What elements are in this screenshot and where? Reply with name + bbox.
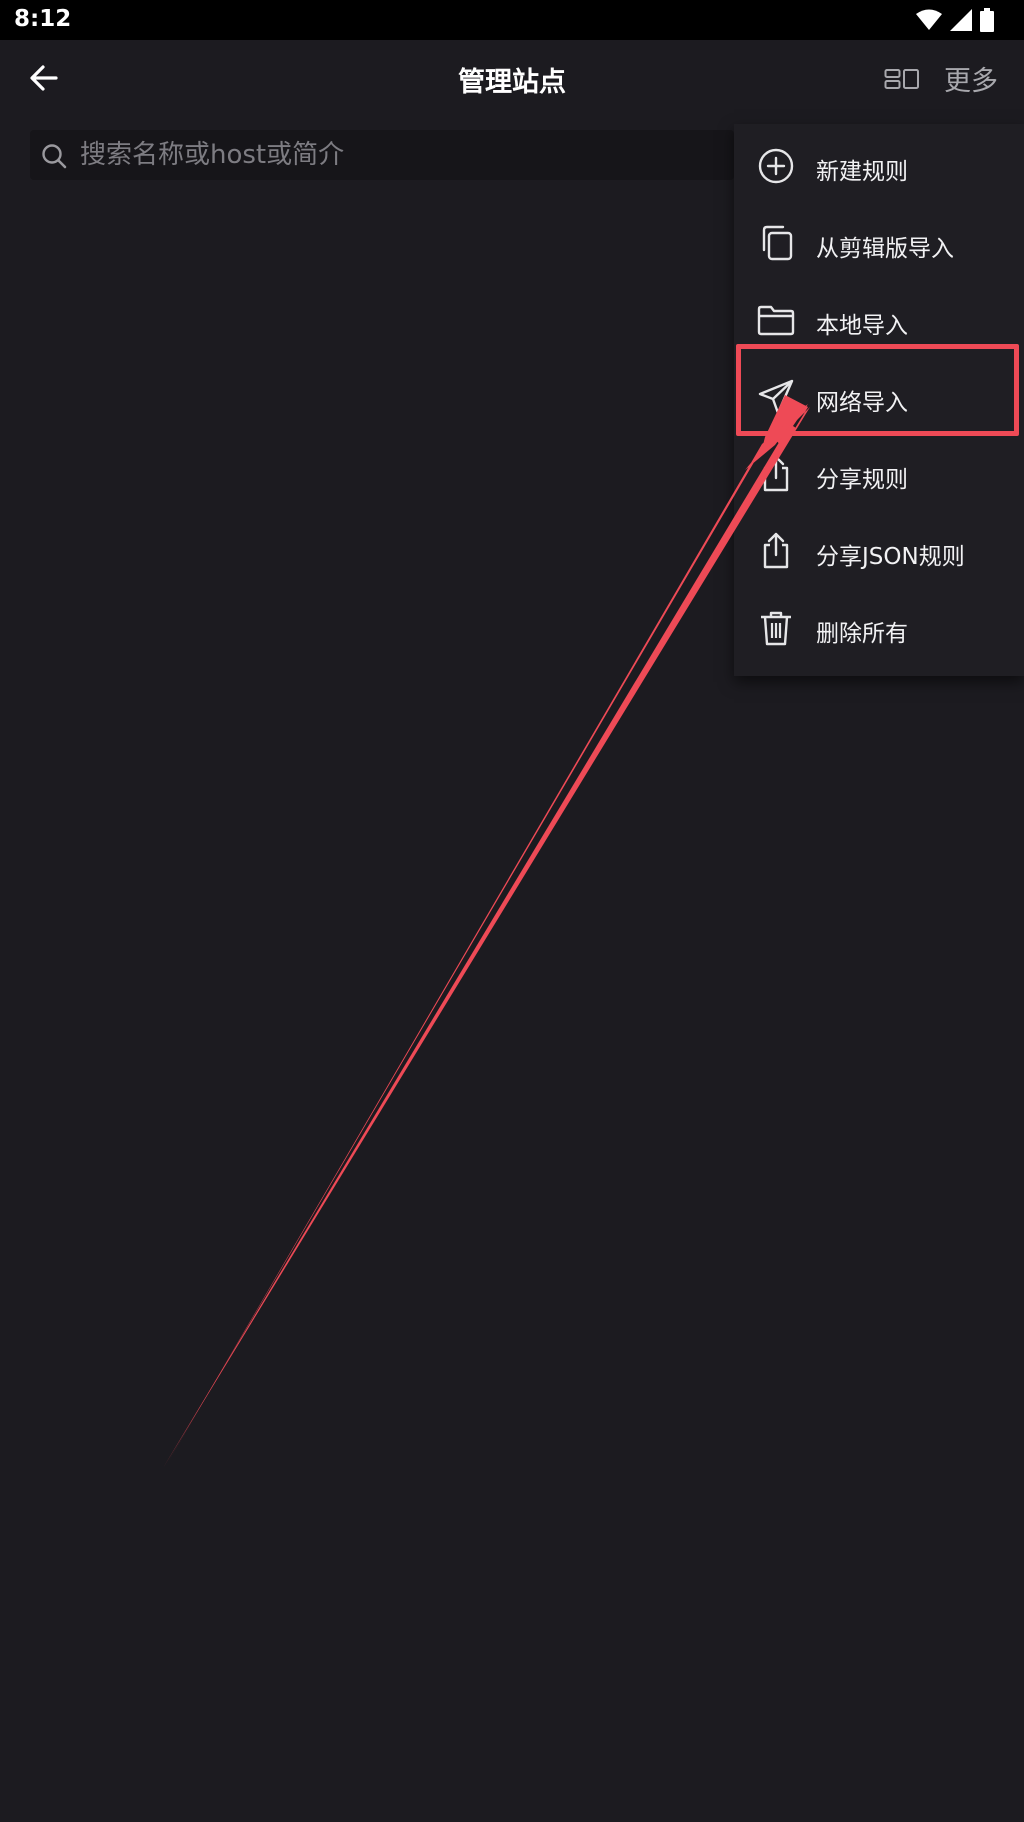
- menu-item-label: 网络导入: [816, 390, 908, 416]
- more-button[interactable]: 更多: [944, 59, 998, 98]
- layout-icon: [884, 69, 919, 89]
- layout-toggle-button[interactable]: [882, 60, 922, 98]
- folder-icon: [757, 305, 795, 336]
- cellular-signal-icon: [950, 9, 972, 31]
- status-icons: [916, 8, 994, 32]
- screen: 8:12 管理站点 更多 搜索名称或host或简介 新建规则 从剪辑版导入 本地…: [0, 0, 1024, 1822]
- menu-item-label: 从剪辑版导入: [816, 236, 954, 262]
- menu-item-share-json-rules[interactable]: 分享JSON规则: [734, 515, 1024, 587]
- menu-item-delete-all[interactable]: 删除所有: [734, 592, 1024, 664]
- menu-item-new-rule[interactable]: 新建规则: [734, 130, 1024, 202]
- status-time: 8:12: [14, 6, 72, 32]
- trash-icon: [761, 611, 791, 646]
- add-circle-icon: [758, 148, 794, 184]
- send-icon: [758, 379, 794, 415]
- menu-item-share-rules[interactable]: 分享规则: [734, 438, 1024, 510]
- app-bar: 管理站点 更多: [0, 40, 1024, 116]
- search-icon: [42, 144, 67, 169]
- menu-item-import-clipboard[interactable]: 从剪辑版导入: [734, 207, 1024, 279]
- menu-item-label: 新建规则: [816, 159, 908, 185]
- menu-item-label: 分享JSON规则: [816, 544, 965, 570]
- copy-icon: [762, 225, 793, 261]
- share-icon: [763, 455, 789, 492]
- battery-icon: [980, 8, 994, 32]
- menu-item-network-import[interactable]: 网络导入: [734, 361, 1024, 433]
- menu-item-label: 分享规则: [816, 467, 908, 493]
- wifi-icon: [916, 9, 942, 30]
- share-icon: [763, 532, 789, 569]
- search-box: [30, 130, 734, 180]
- page-title: 管理站点: [458, 67, 566, 98]
- status-bar: 8:12: [0, 0, 1024, 40]
- overflow-menu: 新建规则 从剪辑版导入 本地导入 网络导入 分享规则 分享JSON规则 删除所有: [734, 124, 1024, 676]
- search-input[interactable]: [80, 130, 720, 180]
- menu-item-local-import[interactable]: 本地导入: [734, 284, 1024, 356]
- menu-item-label: 删除所有: [816, 621, 908, 647]
- menu-item-label: 本地导入: [816, 313, 908, 339]
